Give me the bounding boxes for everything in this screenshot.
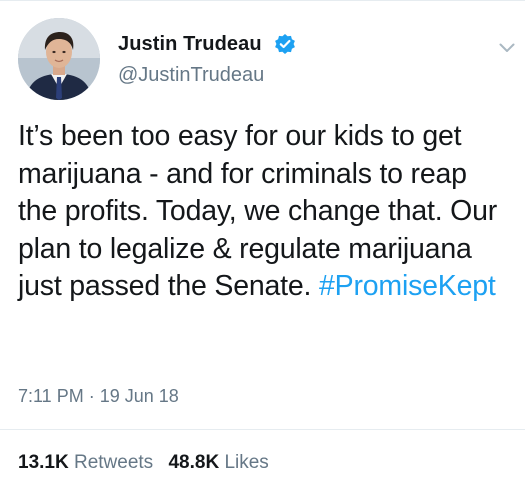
likes-stat[interactable]: 48.8K Likes xyxy=(168,452,268,474)
tweet-timestamp[interactable]: 7:11 PM · 19 Jun 18 xyxy=(18,386,179,407)
verified-badge-icon xyxy=(274,33,296,55)
author-handle[interactable]: @JustinTrudeau xyxy=(118,64,264,87)
stats-divider xyxy=(0,429,525,430)
tweet-stats: 13.1K Retweets 48.8K Likes xyxy=(18,452,269,474)
top-divider xyxy=(0,0,525,1)
retweets-label: Retweets xyxy=(73,452,154,473)
author-name[interactable]: Justin Trudeau xyxy=(118,33,262,56)
chevron-down-icon[interactable] xyxy=(499,40,515,52)
likes-count: 48.8K xyxy=(168,452,220,473)
avatar-image xyxy=(18,18,100,100)
avatar[interactable] xyxy=(18,18,100,100)
likes-label: Likes xyxy=(224,452,269,473)
retweets-stat[interactable]: 13.1K Retweets xyxy=(18,452,153,474)
retweets-count: 13.1K xyxy=(18,452,69,473)
tweet-card: Justin Trudeau @JustinTrudeau It’s been … xyxy=(0,0,525,497)
tweet-text: It’s been too easy for our kids to get m… xyxy=(18,118,513,306)
hashtag-link[interactable]: #PromiseKept xyxy=(319,270,496,302)
